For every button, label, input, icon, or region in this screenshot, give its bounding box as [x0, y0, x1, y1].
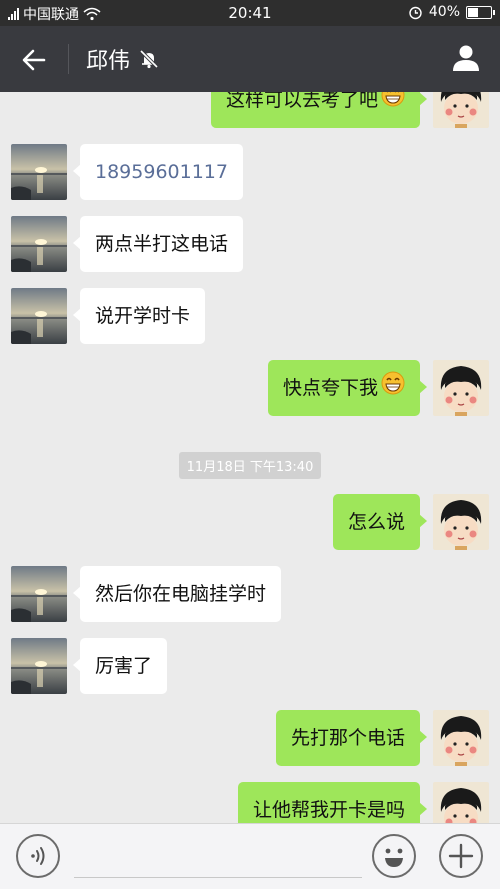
mute-bell-icon [139, 49, 159, 69]
my-avatar[interactable] [433, 360, 489, 416]
battery-percent: 40% [428, 4, 460, 20]
outgoing-bubble[interactable]: 这样可以去考了吧 [210, 92, 428, 129]
battery-icon [466, 5, 495, 19]
phone-link-bubble[interactable]: 18959601117 [73, 144, 243, 200]
timestamp-label: 11月18日 下午13:40 [178, 452, 322, 479]
status-right: 40% [408, 4, 495, 20]
title-divider [68, 44, 69, 74]
outgoing-bubble[interactable]: 让他帮我开卡是吗 [237, 782, 428, 823]
profile-icon[interactable] [450, 42, 482, 74]
chat-title: 邱伟 [86, 49, 131, 74]
chat-area[interactable]: 这样可以去考了吧 18959601117 两点半打这电话 说开学时卡 快点夸下我… [0, 92, 500, 823]
alarm-icon [409, 6, 422, 19]
contact-avatar[interactable] [11, 566, 67, 622]
my-avatar[interactable] [433, 92, 489, 128]
outgoing-bubble[interactable]: 怎么说 [332, 494, 428, 550]
contact-avatar[interactable] [11, 144, 67, 200]
my-avatar[interactable] [433, 710, 489, 766]
my-avatar[interactable] [433, 494, 489, 550]
contact-avatar[interactable] [11, 638, 67, 694]
outgoing-bubble[interactable]: 先打那个电话 [275, 710, 428, 766]
contact-avatar[interactable] [11, 216, 67, 272]
incoming-bubble[interactable]: 两点半打这电话 [72, 216, 244, 272]
voice-icon [31, 847, 45, 865]
more-button[interactable] [439, 834, 483, 878]
incoming-bubble[interactable]: 说开学时卡 [72, 288, 206, 344]
status-bar: 中国联通 20:41 40% [0, 0, 500, 26]
title-bar: 邱伟 [0, 26, 500, 92]
incoming-bubble[interactable]: 然后你在电脑挂学时 [72, 566, 282, 622]
grin-emoji-icon [381, 361, 405, 417]
grin-emoji-icon [381, 92, 405, 129]
incoming-bubble[interactable]: 厉害了 [72, 638, 168, 694]
back-arrow-icon[interactable] [18, 44, 50, 76]
message-input[interactable] [74, 834, 362, 878]
outgoing-bubble[interactable]: 快点夸下我 [267, 360, 428, 417]
contact-avatar[interactable] [11, 288, 67, 344]
my-avatar[interactable] [433, 782, 489, 823]
chat-title-wrap: 邱伟 [86, 43, 160, 75]
timestamp: 11月18日 下午13:40 [0, 452, 500, 479]
plus-icon [448, 843, 474, 869]
voice-button[interactable] [16, 834, 60, 878]
input-bar [0, 823, 500, 889]
emoji-button[interactable] [372, 834, 416, 878]
emoji-icon [385, 848, 403, 867]
